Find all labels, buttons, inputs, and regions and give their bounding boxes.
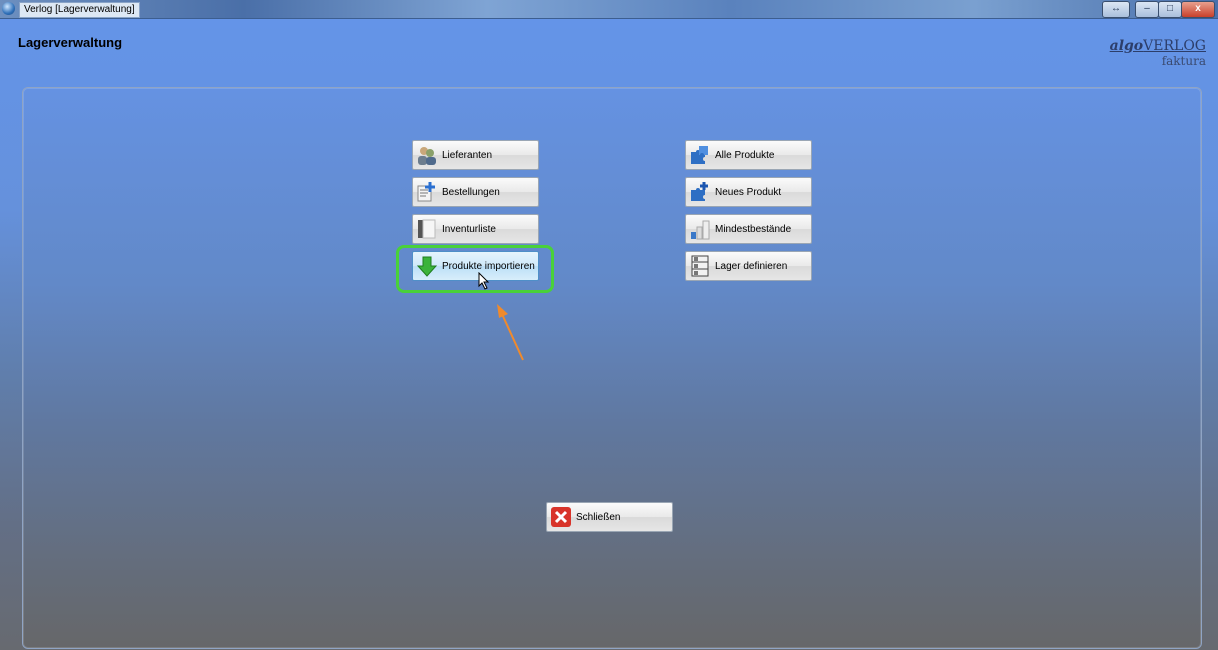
orders-icon (417, 182, 435, 202)
logo-algo: algo (1109, 38, 1144, 54)
minimize-button[interactable]: – (1135, 1, 1159, 18)
logo-verlog: VERLOG (1143, 38, 1206, 54)
orders-button[interactable]: Bestellungen (412, 177, 539, 207)
client-area: Lagerverwaltung algoVERLOG faktura (0, 19, 1218, 650)
close-x-icon (551, 507, 571, 527)
annotation-arrow-icon (497, 304, 524, 361)
new-puzzle-icon (691, 182, 708, 201)
all-products-label: Alle Produkte (715, 149, 775, 161)
orders-label: Bestellungen (442, 186, 500, 198)
minimum-stock-label: Mindestbestände (715, 223, 792, 235)
close-button[interactable]: Schließen (546, 502, 673, 532)
logo-subtitle: faktura (1161, 54, 1206, 68)
main-panel (22, 87, 1202, 649)
inventory-list-icon (418, 219, 436, 239)
minimum-stock-button[interactable]: Mindestbestände (685, 214, 812, 244)
bar-levels-icon (691, 220, 710, 240)
suppliers-icon (418, 147, 436, 165)
suppliers-button[interactable]: Lieferanten (412, 140, 539, 170)
maximize-button[interactable]: □ (1158, 1, 1182, 18)
close-window-button[interactable]: x (1181, 1, 1215, 18)
window-title: Verlog [Lagerverwaltung] (19, 2, 140, 18)
inventory-list-button[interactable]: Inventurliste (412, 214, 539, 244)
shelf-icon (691, 255, 709, 277)
app-globe-icon (2, 2, 15, 15)
define-storage-button[interactable]: Lager definieren (685, 251, 812, 281)
page-title: Lagerverwaltung (18, 35, 123, 50)
define-storage-label: Lager definieren (715, 260, 788, 272)
inventory-list-label: Inventurliste (442, 223, 496, 235)
new-product-label: Neues Produkt (715, 186, 782, 198)
highlight-box (396, 245, 554, 293)
new-product-button[interactable]: Neues Produkt (685, 177, 812, 207)
suppliers-label: Lieferanten (442, 149, 493, 161)
puzzle-icon (691, 146, 708, 164)
mouse-pointer-icon (478, 272, 490, 290)
all-products-button[interactable]: Alle Produkte (685, 140, 812, 170)
close-label: Schließen (576, 511, 621, 523)
restore-button[interactable]: ↔ (1102, 1, 1130, 18)
brand-logo: algoVERLOG faktura (1110, 38, 1206, 68)
title-bar: Verlog [Lagerverwaltung] ↔ – □ x (0, 0, 1218, 19)
